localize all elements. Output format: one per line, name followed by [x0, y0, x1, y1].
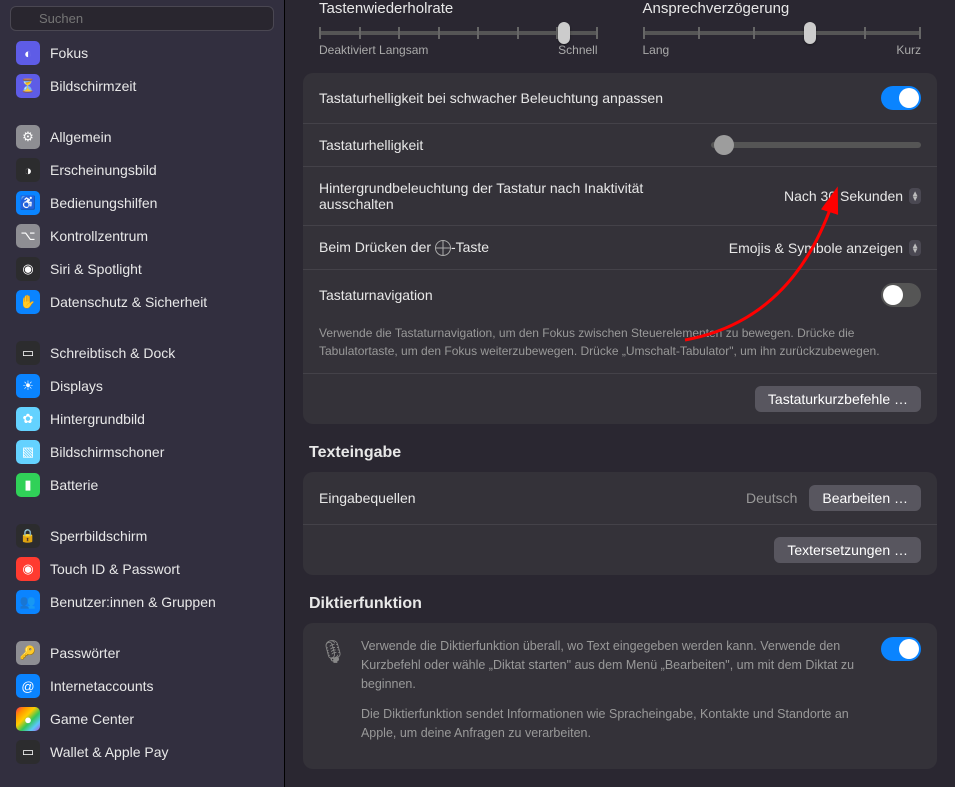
accessibility-icon: ♿: [16, 191, 40, 215]
gear-icon: ⚙: [16, 125, 40, 149]
sidebar-item-label: Wallet & Apple Pay: [50, 744, 169, 760]
sidebar: ◐ Fokus ⏳ Bildschirmzeit ⚙ Allgemein ◑ E…: [0, 0, 285, 787]
input-sources-label: Eingabequellen: [319, 490, 416, 506]
backlight-off-select[interactable]: Nach 30 Sekunden ▲▼: [784, 188, 921, 204]
display-icon: ☀: [16, 374, 40, 398]
wallpaper-icon: ✿: [16, 407, 40, 431]
text-input-section-title: Texteingabe: [309, 444, 937, 462]
slider-label-right: Kurz: [896, 43, 921, 57]
lock-icon: 🔒: [16, 524, 40, 548]
fn-key-label: Beim Drücken der -Taste: [319, 239, 489, 256]
siri-icon: ◉: [16, 257, 40, 281]
repeat-rate-title: Tastenwiederholrate: [319, 0, 598, 17]
sidebar-item-sperrbildschirm[interactable]: 🔒 Sperrbildschirm: [10, 520, 274, 552]
dictation-toggle[interactable]: [881, 637, 921, 661]
key-icon: 🔑: [16, 641, 40, 665]
delay-title: Ansprechverzögerung: [643, 0, 922, 17]
sidebar-item-label: Hintergrundbild: [50, 411, 145, 427]
sidebar-item-label: Fokus: [50, 45, 88, 61]
sidebar-item-erscheinungsbild[interactable]: ◑ Erscheinungsbild: [10, 154, 274, 186]
sidebar-item-label: Bedienungshilfen: [50, 195, 157, 211]
battery-icon: ▮: [16, 473, 40, 497]
sidebar-item-datenschutz[interactable]: ✋ Datenschutz & Sicherheit: [10, 286, 274, 318]
sidebar-item-label: Sperrbildschirm: [50, 528, 147, 544]
edit-sources-button[interactable]: Bearbeiten …: [809, 485, 921, 511]
sidebar-item-label: Displays: [50, 378, 103, 394]
repeat-rate-slider[interactable]: [319, 31, 598, 35]
screensaver-icon: ▧: [16, 440, 40, 464]
hand-icon: ✋: [16, 290, 40, 314]
updown-icon: ▲▼: [909, 240, 921, 256]
keyboard-shortcuts-button[interactable]: Tastaturkurzbefehle …: [755, 386, 921, 412]
sidebar-item-bildschirmschoner[interactable]: ▧ Bildschirmschoner: [10, 436, 274, 468]
dictation-description: Verwende die Diktierfunktion überall, wo…: [361, 637, 867, 755]
backlight-off-label: Hintergrundbeleuchtung der Tastatur nach…: [319, 180, 719, 212]
sidebar-item-passworter[interactable]: 🔑 Passwörter: [10, 637, 274, 669]
sidebar-item-label: Erscheinungsbild: [50, 162, 157, 178]
adjust-brightness-label: Tastaturhelligkeit bei schwacher Beleuch…: [319, 90, 663, 106]
dictation-section-title: Diktierfunktion: [309, 595, 937, 613]
sidebar-item-batterie[interactable]: ▮ Batterie: [10, 469, 274, 501]
sidebar-item-displays[interactable]: ☀ Displays: [10, 370, 274, 402]
slider-label-left: Deaktiviert Langsam: [319, 43, 428, 57]
sidebar-item-schreibtisch[interactable]: ▭ Schreibtisch & Dock: [10, 337, 274, 369]
sidebar-item-label: Kontrollzentrum: [50, 228, 148, 244]
sidebar-item-label: Benutzer:innen & Gruppen: [50, 594, 216, 610]
keyboard-nav-label: Tastaturnavigation: [319, 287, 433, 303]
appearance-icon: ◑: [16, 158, 40, 182]
dictation-panel: 🎙 Verwende die Diktierfunktion überall, …: [303, 623, 937, 769]
updown-icon: ▲▼: [909, 188, 921, 204]
fingerprint-icon: ◉: [16, 557, 40, 581]
sidebar-item-kontrollzentrum[interactable]: ⌥ Kontrollzentrum: [10, 220, 274, 252]
sidebar-item-gamecenter[interactable]: ● Game Center: [10, 703, 274, 735]
sidebar-item-touchid[interactable]: ◉ Touch ID & Passwort: [10, 553, 274, 585]
hourglass-icon: ⏳: [16, 74, 40, 98]
sidebar-item-fokus[interactable]: ◐ Fokus: [10, 37, 274, 69]
sidebar-item-label: Bildschirmzeit: [50, 78, 136, 94]
main-content: Tastenwiederholrate Deaktiviert Langsam …: [285, 0, 955, 787]
at-icon: @: [16, 674, 40, 698]
sidebar-item-label: Datenschutz & Sicherheit: [50, 294, 207, 310]
sidebar-item-hintergrundbild[interactable]: ✿ Hintergrundbild: [10, 403, 274, 435]
globe-icon: [435, 240, 451, 256]
text-replacements-button[interactable]: Textersetzungen …: [774, 537, 921, 563]
sidebar-item-label: Siri & Spotlight: [50, 261, 142, 277]
moon-icon: ◐: [16, 41, 40, 65]
sidebar-item-label: Passwörter: [50, 645, 120, 661]
search-input[interactable]: [10, 6, 274, 31]
sidebar-item-allgemein[interactable]: ⚙ Allgemein: [10, 121, 274, 153]
sidebar-item-label: Batterie: [50, 477, 98, 493]
delay-slider[interactable]: [643, 31, 922, 35]
keyboard-nav-desc: Verwende die Tastaturnavigation, um den …: [319, 325, 921, 360]
sidebar-item-siri[interactable]: ◉ Siri & Spotlight: [10, 253, 274, 285]
sidebar-item-label: Touch ID & Passwort: [50, 561, 180, 577]
slider-label-left: Lang: [643, 43, 670, 57]
sidebar-item-internetaccounts[interactable]: @ Internetaccounts: [10, 670, 274, 702]
sidebar-item-benutzer[interactable]: 👥 Benutzer:innen & Gruppen: [10, 586, 274, 618]
wallet-icon: ▭: [16, 740, 40, 764]
slider-label-right: Schnell: [558, 43, 597, 57]
adjust-brightness-toggle[interactable]: [881, 86, 921, 110]
keyboard-brightness-label: Tastaturhelligkeit: [319, 137, 423, 153]
keyboard-nav-toggle[interactable]: [881, 283, 921, 307]
sidebar-item-label: Bildschirmschoner: [50, 444, 164, 460]
dock-icon: ▭: [16, 341, 40, 365]
sidebar-item-label: Internetaccounts: [50, 678, 154, 694]
text-input-panel: Eingabequellen Deutsch Bearbeiten … Text…: [303, 472, 937, 575]
users-icon: 👥: [16, 590, 40, 614]
sidebar-item-label: Allgemein: [50, 129, 111, 145]
keyboard-panel: Tastaturhelligkeit bei schwacher Beleuch…: [303, 73, 937, 424]
sidebar-item-bedienungshilfen[interactable]: ♿ Bedienungshilfen: [10, 187, 274, 219]
microphone-icon: 🎙: [319, 637, 347, 665]
sidebar-item-bildschirmzeit[interactable]: ⏳ Bildschirmzeit: [10, 70, 274, 102]
sidebar-item-wallet[interactable]: ▭ Wallet & Apple Pay: [10, 736, 274, 768]
toggles-icon: ⌥: [16, 224, 40, 248]
input-sources-value: Deutsch: [746, 490, 797, 506]
keyboard-brightness-slider[interactable]: [711, 142, 921, 148]
sidebar-item-label: Game Center: [50, 711, 134, 727]
sidebar-item-label: Schreibtisch & Dock: [50, 345, 175, 361]
fn-key-select[interactable]: Emojis & Symbole anzeigen ▲▼: [729, 240, 921, 256]
gamecenter-icon: ●: [16, 707, 40, 731]
